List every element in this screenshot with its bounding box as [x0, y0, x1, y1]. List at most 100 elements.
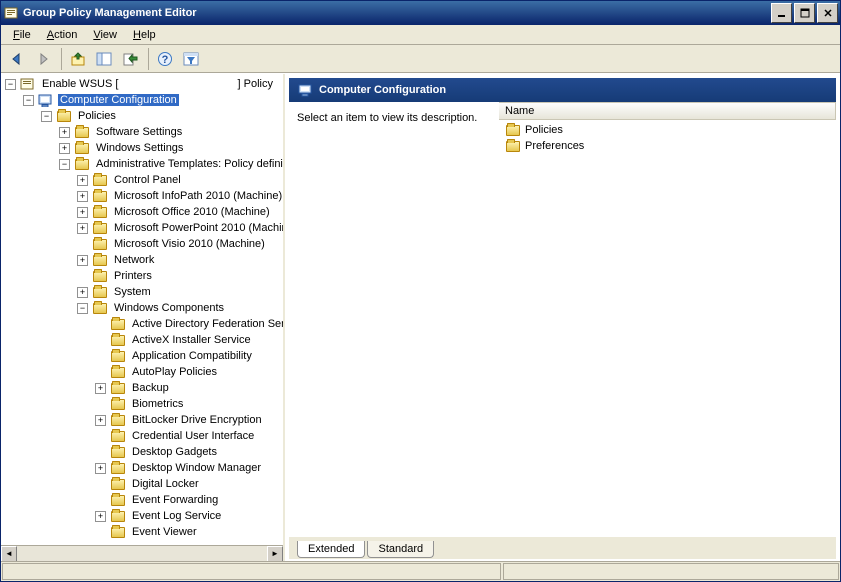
expand-icon[interactable]: +: [95, 463, 106, 474]
collapse-icon[interactable]: −: [41, 111, 52, 122]
tree-item-label: Computer Configuration: [58, 94, 179, 106]
tree-item[interactable]: Printers: [1, 268, 283, 284]
tree-item-label: Credential User Interface: [130, 430, 256, 442]
expand-icon[interactable]: +: [95, 511, 106, 522]
list-item[interactable]: Preferences: [499, 138, 836, 154]
minimize-button[interactable]: [771, 3, 792, 23]
folder-icon: [110, 333, 126, 347]
tree-item[interactable]: Event Forwarding: [1, 492, 283, 508]
tree-horizontal-scrollbar[interactable]: ◄ ►: [1, 545, 283, 561]
tree-item[interactable]: +Software Settings: [1, 124, 283, 140]
tree-item[interactable]: ActiveX Installer Service: [1, 332, 283, 348]
expand-icon[interactable]: +: [77, 207, 88, 218]
scroll-track[interactable]: [17, 546, 267, 562]
tree-item-label: ActiveX Installer Service: [130, 334, 253, 346]
collapse-icon[interactable]: −: [5, 79, 16, 90]
expand-icon[interactable]: +: [95, 415, 106, 426]
tree-item[interactable]: AutoPlay Policies: [1, 364, 283, 380]
tree-item[interactable]: Application Compatibility: [1, 348, 283, 364]
tree-item[interactable]: Desktop Gadgets: [1, 444, 283, 460]
forward-button[interactable]: [31, 47, 55, 71]
folder-icon: [92, 285, 108, 299]
column-header-name[interactable]: Name: [499, 102, 836, 120]
tree-item-label: Active Directory Federation Service: [130, 318, 283, 330]
tree-item[interactable]: +Microsoft InfoPath 2010 (Machine): [1, 188, 283, 204]
scroll-right-button[interactable]: ►: [267, 546, 283, 562]
tree-item-label: Digital Locker: [130, 478, 201, 490]
tree-item[interactable]: +Desktop Window Manager: [1, 460, 283, 476]
list-item[interactable]: Policies: [499, 122, 836, 138]
expand-icon[interactable]: +: [59, 127, 70, 138]
collapse-icon[interactable]: −: [59, 159, 70, 170]
folder-icon: [110, 317, 126, 331]
tree-item[interactable]: +Microsoft PowerPoint 2010 (Machine): [1, 220, 283, 236]
folder-icon: [92, 173, 108, 187]
tree-item[interactable]: + Windows Settings: [1, 140, 283, 156]
tree-item[interactable]: + Control Panel: [1, 172, 283, 188]
expand-icon[interactable]: +: [77, 287, 88, 298]
collapse-icon[interactable]: −: [77, 303, 88, 314]
description-pane: Select an item to view its description.: [289, 102, 499, 537]
tree-item[interactable]: +Network: [1, 252, 283, 268]
tree-item-label: Enable WSUS [: [40, 78, 120, 90]
tree-item[interactable]: Active Directory Federation Service: [1, 316, 283, 332]
menu-file[interactable]: File: [5, 27, 39, 43]
close-button[interactable]: [817, 3, 838, 23]
tree-item[interactable]: Biometrics: [1, 396, 283, 412]
toolbar: ?: [1, 45, 840, 73]
description-text: Select an item to view its description.: [297, 112, 477, 124]
tree-item[interactable]: +BitLocker Drive Encryption: [1, 412, 283, 428]
up-button[interactable]: [66, 47, 90, 71]
tree-item[interactable]: Event Viewer: [1, 524, 283, 540]
expander-placeholder: [95, 479, 106, 490]
help-button[interactable]: ?: [153, 47, 177, 71]
tree-item-label: Windows Settings: [94, 142, 185, 154]
expand-icon[interactable]: +: [77, 191, 88, 202]
folder-icon: [505, 123, 521, 137]
back-button[interactable]: [5, 47, 29, 71]
show-hide-tree-button[interactable]: [92, 47, 116, 71]
tab-extended[interactable]: Extended: [297, 541, 365, 558]
tree-item-label: System: [112, 286, 153, 298]
tree-item-label: Control Panel: [112, 174, 183, 186]
folder-icon: [110, 493, 126, 507]
expand-icon[interactable]: +: [77, 223, 88, 234]
tree-item[interactable]: −Enable WSUS [] Policy: [1, 76, 283, 92]
tab-standard[interactable]: Standard: [367, 541, 434, 558]
tree-item-label: Printers: [112, 270, 154, 282]
tree-item[interactable]: −Administrative Templates: Policy defini…: [1, 156, 283, 172]
tree-item-label: Policies: [76, 110, 118, 122]
maximize-button[interactable]: [794, 3, 815, 23]
menu-action[interactable]: Action: [39, 27, 86, 43]
folder-icon: [110, 429, 126, 443]
tree-item[interactable]: +Microsoft Office 2010 (Machine): [1, 204, 283, 220]
tree-item[interactable]: + System: [1, 284, 283, 300]
scroll-left-button[interactable]: ◄: [1, 546, 17, 562]
filter-button[interactable]: [179, 47, 203, 71]
folder-icon: [92, 221, 108, 235]
expand-icon[interactable]: +: [95, 383, 106, 394]
tree-item-label: Desktop Gadgets: [130, 446, 219, 458]
tree-item[interactable]: Microsoft Visio 2010 (Machine): [1, 236, 283, 252]
tree-item[interactable]: Credential User Interface: [1, 428, 283, 444]
tree-item[interactable]: −Windows Components: [1, 300, 283, 316]
tree-item[interactable]: +Event Log Service: [1, 508, 283, 524]
expand-icon[interactable]: +: [59, 143, 70, 154]
status-cell: [2, 563, 501, 580]
expander-placeholder: [95, 447, 106, 458]
document-icon: [20, 77, 36, 91]
tree-item[interactable]: − Computer Configuration: [1, 92, 283, 108]
tree-view[interactable]: −Enable WSUS [] Policy−Computer Configur…: [1, 74, 283, 545]
tree-item[interactable]: +Backup: [1, 380, 283, 396]
expand-icon[interactable]: +: [77, 255, 88, 266]
tree-item[interactable]: − Policies: [1, 108, 283, 124]
menu-help[interactable]: Help: [125, 27, 164, 43]
details-pane: Computer Configuration Select an item to…: [285, 74, 840, 561]
export-button[interactable]: [118, 47, 142, 71]
expand-icon[interactable]: +: [77, 175, 88, 186]
collapse-icon[interactable]: −: [23, 95, 34, 106]
menu-view[interactable]: View: [85, 27, 125, 43]
folder-icon: [110, 509, 126, 523]
main-content: −Enable WSUS [] Policy−Computer Configur…: [1, 73, 840, 561]
tree-item[interactable]: Digital Locker: [1, 476, 283, 492]
